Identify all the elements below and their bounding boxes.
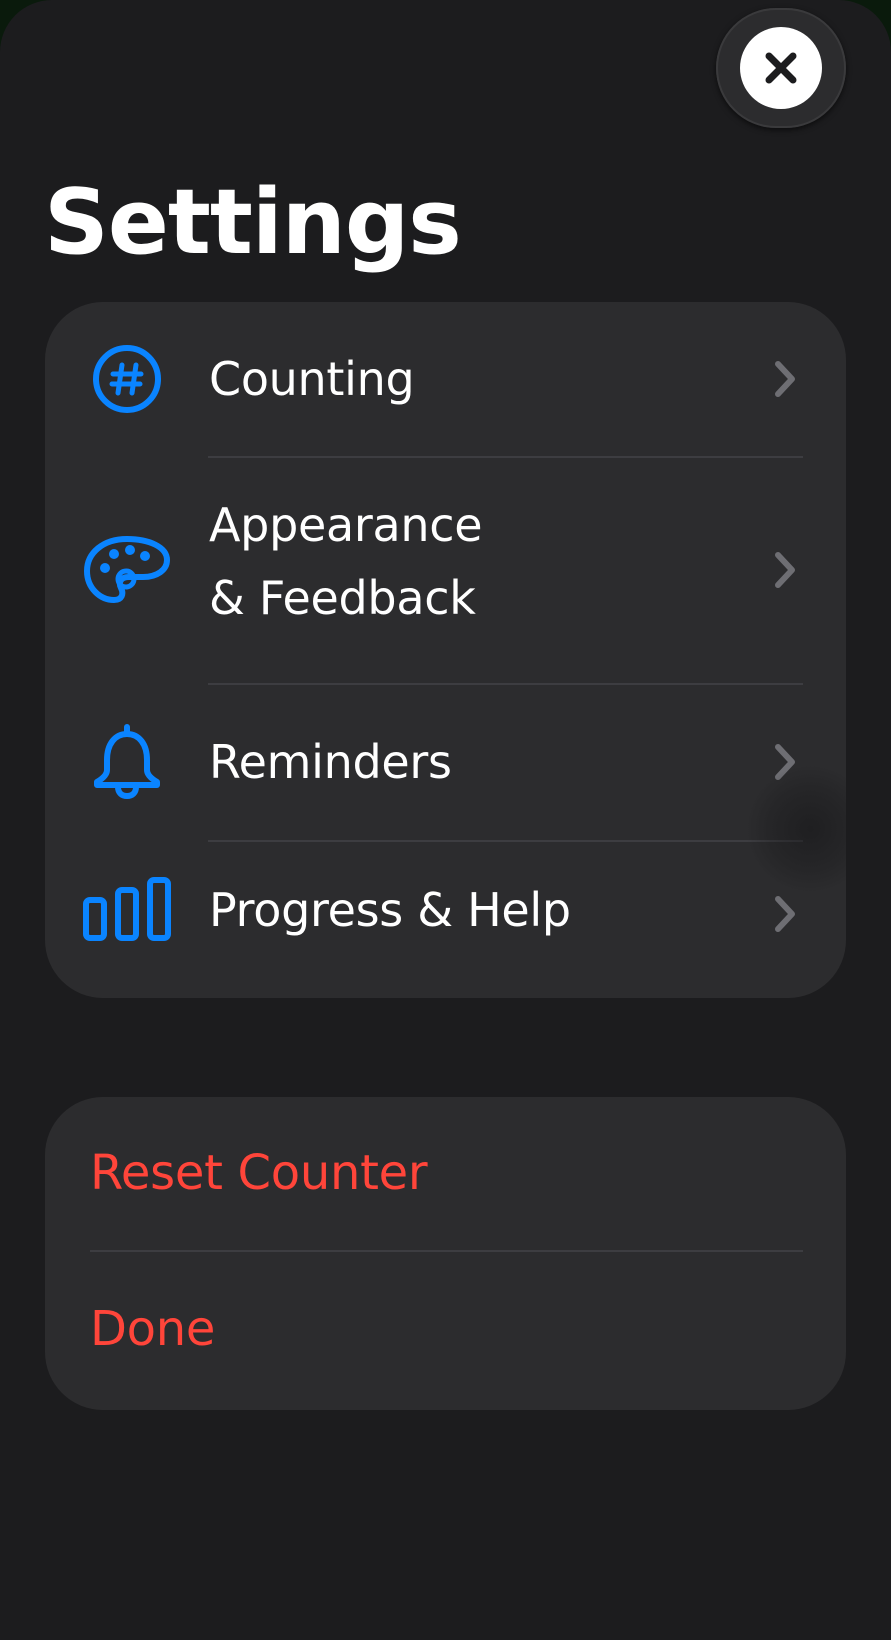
reset-counter-button[interactable]: Reset Counter <box>90 1137 428 1209</box>
chart-bars-icon <box>81 874 173 944</box>
menu-item-label-line1: Appearance <box>209 498 483 552</box>
menu-item-label: Counting <box>209 352 415 406</box>
menu-item-label-line2: & Feedback <box>209 571 476 625</box>
done-button[interactable]: Done <box>90 1293 215 1365</box>
menu-item-counting[interactable]: Counting <box>45 302 846 456</box>
menu-item-label: Progress & Help <box>209 883 571 937</box>
settings-sheet: Settings Counting Appearance & Feedback … <box>0 0 891 1640</box>
chevron-right-icon <box>775 361 795 397</box>
bell-icon <box>81 719 173 803</box>
menu-item-reminders[interactable]: Reminders <box>45 685 846 839</box>
chevron-right-icon <box>775 552 795 588</box>
xmark-circle-icon <box>740 27 822 109</box>
actions-separator <box>90 1250 803 1252</box>
settings-menu-group: Counting Appearance & Feedback Reminders… <box>45 302 846 998</box>
close-button[interactable] <box>716 8 846 128</box>
menu-item-appearance-feedback[interactable]: Appearance & Feedback <box>45 458 846 682</box>
chevron-right-icon <box>775 896 795 932</box>
menu-item-progress-help[interactable]: Progress & Help <box>45 842 846 998</box>
actions-group: Reset Counter Done <box>45 1097 846 1410</box>
palette-icon <box>81 530 173 610</box>
number-circle-icon <box>81 339 173 419</box>
page-title: Settings <box>44 170 462 275</box>
chevron-right-icon <box>775 744 795 780</box>
menu-item-label: Reminders <box>209 735 452 789</box>
